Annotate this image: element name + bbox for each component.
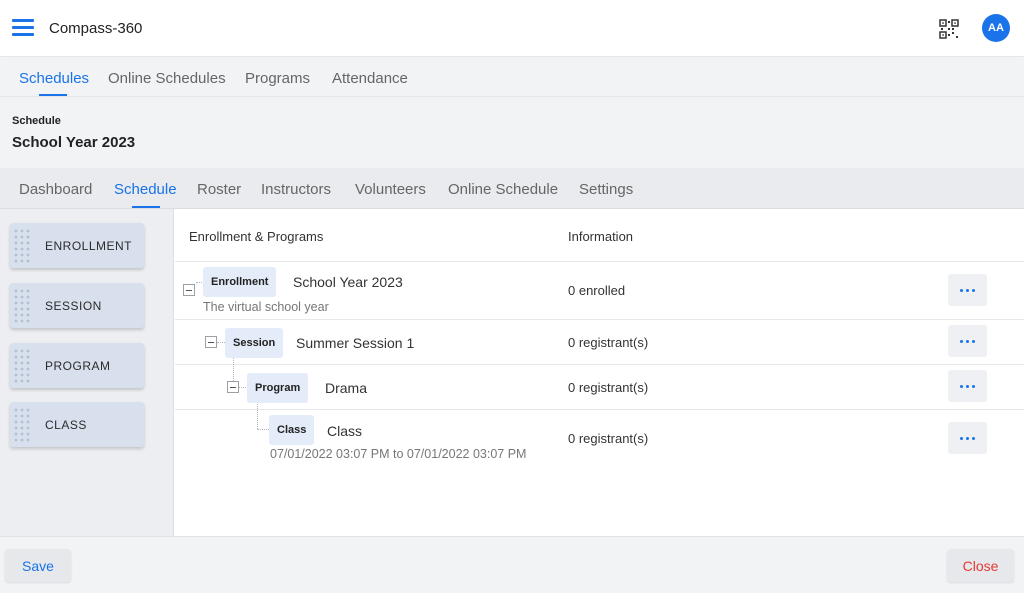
active-tab-indicator: [39, 94, 67, 96]
tab-instructors[interactable]: Instructors: [261, 181, 331, 198]
schedule-header: Schedule School Year 2023: [0, 97, 1024, 168]
tree-connector: [257, 401, 258, 429]
row-divider: [175, 261, 1024, 262]
node-date-range: 07/01/2022 03:07 PM to 07/01/2022 03:07 …: [270, 447, 527, 461]
tab-dashboard[interactable]: Dashboard: [19, 181, 92, 198]
node-name[interactable]: Summer Session 1: [296, 335, 414, 351]
drag-grip-icon: [13, 288, 31, 324]
main-tabs: Schedules Online Schedules Programs Atte…: [0, 58, 1024, 97]
palette-item-class[interactable]: CLASS: [10, 402, 144, 447]
more-options-button[interactable]: [948, 370, 987, 402]
tab-programs[interactable]: Programs: [245, 70, 310, 87]
sub-tabs: Dashboard Schedule Roster Instructors Vo…: [0, 168, 1024, 209]
active-subtab-indicator: [132, 206, 160, 208]
info-text: 0 registrant(s): [568, 431, 649, 446]
schedule-label: Schedule: [12, 115, 61, 127]
tree-connector: [257, 429, 269, 430]
column-header-enrollment: Enrollment & Programs: [189, 229, 324, 244]
tab-volunteers[interactable]: Volunteers: [355, 181, 426, 198]
hamburger-menu-icon[interactable]: [12, 19, 34, 37]
palette-item-session[interactable]: SESSION: [10, 283, 144, 328]
row-divider: [175, 409, 1024, 410]
save-button[interactable]: Save: [5, 549, 71, 582]
node-name[interactable]: Class: [327, 423, 362, 439]
info-text: 0 enrolled: [568, 283, 626, 298]
app-title: Compass-360: [49, 20, 143, 37]
schedule-title: School Year 2023: [12, 134, 136, 151]
palette-item-enrollment[interactable]: ENROLLMENT: [10, 223, 144, 268]
row-divider: [175, 319, 1024, 320]
drag-grip-icon: [13, 407, 31, 443]
more-options-button[interactable]: [948, 325, 987, 357]
node-name[interactable]: Drama: [325, 380, 367, 396]
info-text: 0 registrant(s): [568, 335, 649, 350]
tab-attendance[interactable]: Attendance: [332, 70, 408, 87]
more-options-button[interactable]: [948, 274, 987, 306]
app-bar: Compass-360 AA: [0, 0, 1024, 57]
type-badge-program: Program: [247, 373, 309, 403]
tab-schedule[interactable]: Schedule: [114, 181, 177, 198]
close-button[interactable]: Close: [947, 549, 1014, 582]
tab-roster[interactable]: Roster: [197, 181, 241, 198]
avatar[interactable]: AA: [982, 14, 1010, 42]
footer-bar: Save Close: [0, 536, 1024, 593]
info-text: 0 registrant(s): [568, 380, 649, 395]
palette-item-label: CLASS: [45, 418, 87, 432]
row-divider: [175, 364, 1024, 365]
type-badge-class: Class: [269, 415, 315, 445]
tab-online-schedules[interactable]: Online Schedules: [108, 70, 226, 87]
node-description: The virtual school year: [203, 300, 329, 314]
column-header-information: Information: [568, 229, 634, 244]
collapse-minus-icon[interactable]: [227, 381, 239, 393]
palette-item-program[interactable]: PROGRAM: [10, 343, 144, 388]
collapse-minus-icon[interactable]: [183, 284, 195, 296]
drag-grip-icon: [13, 348, 31, 384]
qr-code-icon[interactable]: [939, 19, 959, 39]
palette-item-label: PROGRAM: [45, 359, 111, 373]
type-badge-session: Session: [225, 328, 284, 358]
tab-online-schedule[interactable]: Online Schedule: [448, 181, 558, 198]
palette-item-label: ENROLLMENT: [45, 239, 133, 253]
tab-settings[interactable]: Settings: [579, 181, 633, 198]
tab-schedules[interactable]: Schedules: [19, 70, 89, 87]
more-options-button[interactable]: [948, 422, 987, 454]
node-name[interactable]: School Year 2023: [293, 274, 403, 290]
drag-grip-icon: [13, 228, 31, 264]
tree-connector: [217, 342, 225, 343]
palette-item-label: SESSION: [45, 299, 102, 313]
type-badge-enrollment: Enrollment: [203, 267, 277, 297]
item-palette: ENROLLMENT SESSION PROGRAM CLASS: [0, 209, 174, 536]
collapse-minus-icon[interactable]: [205, 336, 217, 348]
